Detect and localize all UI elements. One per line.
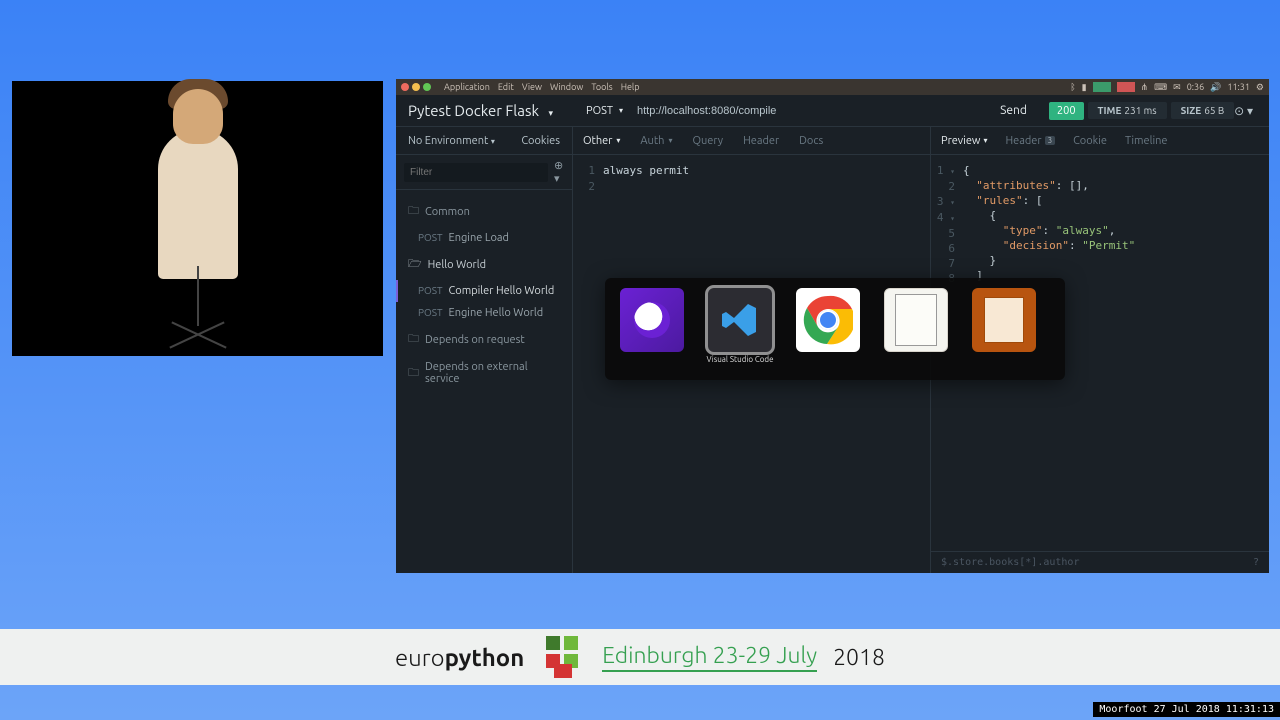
window-controls[interactable] (401, 83, 431, 91)
tab-header[interactable]: Header3 (1005, 135, 1055, 147)
folder-label: Depends on external service (425, 361, 560, 385)
url-input[interactable] (631, 105, 986, 117)
menubar-window[interactable]: Window (550, 82, 583, 92)
menubar-tools[interactable]: Tools (591, 82, 612, 92)
request-tree: 🗀 Common POST Engine Load 🗁 Hello World POST Co… (396, 190, 572, 573)
app-insomnia[interactable]: Insomnia (617, 288, 687, 364)
env-selector[interactable]: No Environment ▾ (408, 135, 495, 147)
request-label: Engine Hello World (449, 307, 560, 319)
request-label: Engine Load (449, 232, 560, 244)
vscode-icon (708, 288, 772, 352)
tab-header[interactable]: Header (743, 135, 779, 147)
bluetooth-icon[interactable]: ᛒ (1070, 82, 1075, 92)
insomnia-icon (620, 288, 684, 352)
app-vscode[interactable]: Visual Studio Code (705, 288, 775, 364)
app-label: Visual Studio Code (706, 355, 773, 364)
folder-hello-world[interactable]: 🗁 Hello World (396, 249, 572, 280)
banner-location: Edinburgh 23-29 July (602, 643, 817, 672)
sidebar: ⊕ ▾ 🗀 Common POST Engine Load 🗁 Hello World PO… (396, 155, 573, 573)
tab-preview[interactable]: Preview▾ (941, 135, 987, 147)
chrome-icon (796, 288, 860, 352)
chevron-down-icon: ▾ (983, 136, 987, 145)
tab-other[interactable]: Other▾ (583, 135, 620, 147)
settings-icon[interactable]: ⚙ (1256, 82, 1264, 93)
app-topbar: Pytest Docker Flask ▾ POST ▾ Send 200 TI… (396, 95, 1269, 127)
folder-common[interactable]: 🗀 Common (396, 196, 572, 227)
app-chrome[interactable]: Google Chrome (793, 288, 863, 364)
send-button[interactable]: Send (986, 104, 1041, 117)
folder-label: Hello World (428, 259, 486, 271)
menubar-view[interactable]: View (522, 82, 542, 92)
response-menu[interactable]: ⊙ ▾ (1234, 104, 1253, 118)
chevron-down-icon: ▾ (619, 106, 623, 115)
folder-icon: 🗀 (408, 330, 419, 349)
recording-timestamp: Moorfoot 27 Jul 2018 11:31:13 (1093, 702, 1280, 717)
system-tray: ᛒ ▮ ⋔ ⌨ ✉ 0:36 🔊 11:31 ⚙ (1070, 82, 1264, 93)
impress-icon (972, 288, 1036, 352)
tab-query[interactable]: Query (692, 135, 723, 147)
menubar-edit[interactable]: Edit (498, 82, 514, 92)
request-item[interactable]: POST Engine Hello World (396, 302, 572, 324)
cpu-graph (1093, 82, 1111, 92)
add-menu-icon[interactable]: ⊕ ▾ (554, 159, 564, 185)
speaker-figure (158, 129, 238, 279)
cookies-button[interactable]: Cookies (521, 135, 560, 147)
request-item[interactable]: POST Compiler Hello World (396, 280, 572, 302)
folder-label: Depends on request (425, 334, 525, 346)
tab-docs[interactable]: Docs (799, 135, 823, 147)
tab-timeline[interactable]: Timeline (1125, 135, 1168, 147)
menubar-app[interactable]: Application (444, 82, 490, 92)
volume-icon[interactable]: 🔊 (1210, 82, 1221, 93)
clock[interactable]: 11:31 (1227, 82, 1250, 92)
app-switcher[interactable]: Insomnia Visual Studio Code Google Chrome L… (605, 278, 1065, 380)
folder-icon: 🗀 (408, 202, 419, 221)
python-logo-icon (540, 634, 586, 680)
folder-icon: 🗀 (408, 364, 419, 383)
tab-cookie[interactable]: Cookie (1073, 135, 1107, 147)
europython-logo: europython (395, 644, 524, 671)
method-badge: POST (418, 232, 443, 244)
screen-capture: Application Edit View Window Tools Help … (396, 79, 1269, 573)
mail-icon[interactable]: ✉ (1173, 82, 1181, 93)
jsonpath-input[interactable]: $.store.books[*].author (941, 557, 1079, 568)
app-impress[interactable]: LibreOffice Impress (969, 288, 1039, 364)
folder-open-icon: 🗁 (408, 255, 422, 274)
status-badge: 200 (1049, 102, 1084, 120)
battery-icon[interactable]: ▮ (1082, 82, 1087, 93)
header-count-badge: 3 (1045, 136, 1056, 145)
folder-depends-on-external-service[interactable]: 🗀 Depends on external service (396, 355, 572, 391)
request-label: Compiler Hello World (449, 285, 560, 297)
webcam-inset (12, 81, 383, 356)
app-libre[interactable]: LibreOffice (881, 288, 951, 364)
volume-text: 0:36 (1187, 82, 1204, 92)
keyboard-icon[interactable]: ⌨ (1154, 82, 1167, 93)
chevron-down-icon[interactable]: ▾ (549, 108, 554, 118)
libre-icon (884, 288, 948, 352)
folder-label: Common (425, 206, 470, 218)
chevron-down-icon: ▾ (491, 137, 495, 146)
method-badge: POST (418, 307, 443, 319)
method-selector[interactable]: POST ▾ (578, 105, 631, 117)
time-metric: TIME231 ms (1088, 102, 1167, 119)
wifi-icon[interactable]: ⋔ (1141, 82, 1149, 93)
chevron-down-icon: ▾ (616, 136, 620, 145)
banner-year: 2018 (833, 645, 885, 670)
os-menubar: Application Edit View Window Tools Help … (396, 79, 1269, 95)
tab-auth[interactable]: Auth▾ (640, 135, 672, 147)
subbar: No Environment ▾ Cookies Other▾ Auth▾ Quer… (396, 127, 1269, 155)
chevron-down-icon: ▾ (668, 136, 672, 145)
conference-banner: europython Edinburgh 23-29 July 2018 (0, 629, 1280, 685)
workspace-title[interactable]: Pytest Docker Flask ▾ (408, 102, 578, 119)
net-graph (1117, 82, 1135, 92)
menubar-help[interactable]: Help (621, 82, 640, 92)
size-metric: SIZE65 B (1171, 102, 1235, 119)
folder-depends-on-request[interactable]: 🗀 Depends on request (396, 324, 572, 355)
help-icon[interactable]: ? (1253, 557, 1259, 568)
method-badge: POST (418, 285, 443, 297)
filter-input[interactable] (404, 163, 548, 182)
request-item[interactable]: POST Engine Load (396, 227, 572, 249)
